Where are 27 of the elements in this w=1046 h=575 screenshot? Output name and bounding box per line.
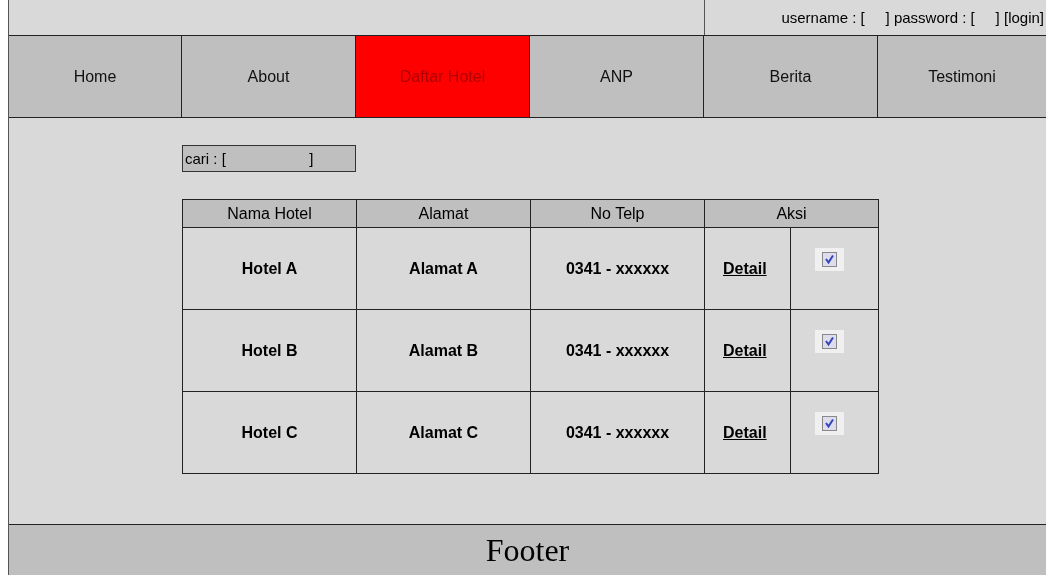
table-cell: Alamat B (356, 309, 531, 392)
detail-link[interactable]: Detail (723, 341, 767, 359)
checkbox[interactable] (822, 252, 838, 267)
column-header: No Telp (530, 199, 705, 228)
table-cell: Hotel B (182, 309, 357, 392)
detail-link[interactable]: Detail (723, 423, 767, 441)
nav-tab[interactable]: Home (9, 36, 182, 117)
search-field[interactable]: cari : [ ] (182, 145, 356, 172)
nav-tab[interactable]: Testimoni (878, 36, 1046, 117)
table-cell: Alamat A (356, 227, 531, 310)
table-cell: 0341 - xxxxxx (530, 227, 705, 310)
checkbox[interactable] (822, 334, 838, 349)
nav-tab[interactable]: ANP (530, 36, 704, 117)
login-bar: username : [ ] password : [ ] [login] (704, 0, 1046, 35)
table-cell: 0341 - xxxxxx (530, 391, 705, 474)
column-header: Alamat (356, 199, 531, 228)
nav-tab[interactable]: About (182, 36, 356, 117)
detail-link[interactable]: Detail (723, 259, 767, 277)
nav-tab[interactable]: Berita (704, 36, 878, 117)
table-cell: 0341 - xxxxxx (530, 309, 705, 392)
table-cell: Hotel A (182, 227, 357, 310)
column-header: Nama Hotel (182, 199, 357, 228)
footer: Footer (9, 524, 1046, 575)
table-cell: Alamat C (356, 391, 531, 474)
column-header: Aksi (704, 199, 879, 228)
table-cell: Hotel C (182, 391, 357, 474)
checkbox[interactable] (822, 416, 838, 431)
